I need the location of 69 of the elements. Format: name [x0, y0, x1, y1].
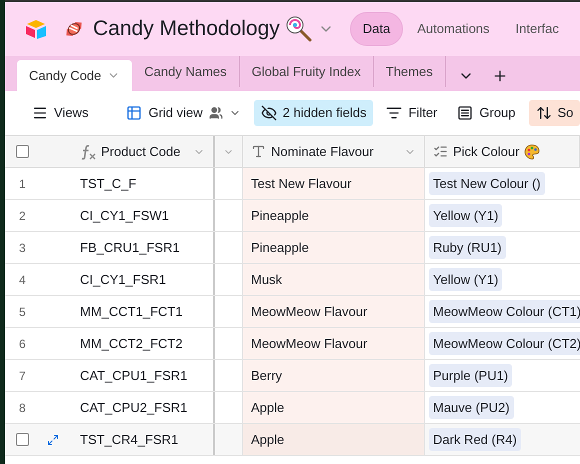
table-tab[interactable]: Candy Names [132, 56, 240, 87]
nav-tab[interactable]: Automations [405, 13, 502, 45]
toolbar-button[interactable]: 2 hidden fields [254, 100, 374, 126]
lollipop-icon [286, 16, 312, 42]
table-cell-text: TST_C_F [80, 174, 136, 193]
nav-tab[interactable]: Data [350, 12, 404, 46]
row-number: 7 [19, 368, 26, 384]
row-number: 6 [19, 336, 26, 352]
table-cell-text: Apple [251, 430, 284, 449]
table-cell-text: FB_CRU1_FSR1 [80, 238, 180, 257]
people-icon [208, 106, 223, 120]
toolbar-button[interactable]: So [528, 100, 580, 126]
colour-tag: Yellow (Y1) [429, 204, 502, 228]
palette-icon [524, 144, 540, 160]
row-number: 3 [19, 240, 26, 256]
base-title: Candy Methodology [93, 16, 280, 42]
colour-tag: Ruby (RU1) [429, 236, 506, 260]
table-cell-text: MeowMeow Flavour [251, 334, 368, 353]
table-cell-text: TST_CR4_FSR1 [80, 430, 178, 449]
colour-tag: MeowMeow Colour (CT1) [429, 300, 580, 324]
table-cell-text: Test New Flavour [251, 174, 352, 193]
table-cell-text: MM_CCT2_FCT2 [80, 334, 183, 353]
views-icon [32, 105, 48, 121]
row-checkbox[interactable] [16, 433, 29, 446]
toolbar-button[interactable]: Group [450, 100, 523, 126]
toolbar-button[interactable]: Filter [379, 100, 444, 126]
column-header[interactable]: Pick Colour [453, 142, 520, 162]
row-number: 2 [19, 208, 26, 224]
table-tab[interactable]: Candy Code [17, 60, 132, 91]
row-number: 8 [19, 400, 26, 416]
toolbar-button[interactable]: Views [25, 100, 96, 126]
colour-tag: Purple (PU1) [429, 364, 512, 388]
table-tab[interactable]: Global Fruity Index [240, 56, 374, 87]
table-cell-text: Apple [251, 398, 284, 417]
sort-icon [536, 105, 552, 121]
table-cell-text: Musk [251, 270, 282, 289]
filter-icon [386, 105, 402, 121]
colour-tag: Yellow (Y1) [429, 268, 502, 292]
row-number: 5 [19, 304, 26, 320]
text-field-icon [251, 144, 266, 159]
column-header[interactable]: Product Code [101, 142, 180, 162]
colour-tag: MeowMeow Colour (CT2) [429, 332, 580, 356]
colour-tag: Mauve (PU2) [429, 396, 514, 420]
table-tab[interactable]: Themes [374, 56, 446, 87]
table-cell-text: CAT_CPU1_FSR1 [80, 366, 188, 385]
table-cell-text: MM_CCT1_FCT1 [80, 302, 183, 321]
grid-icon [126, 105, 142, 121]
table-cell-text: CI_CY1_FSR1 [80, 270, 166, 289]
hidden-icon [260, 105, 277, 121]
table-cell-text: Pineapple [251, 206, 309, 225]
table-cell-text: Pineapple [251, 238, 309, 257]
nav-tab[interactable]: Interfac [504, 13, 571, 45]
colour-tag: Test New Colour () [429, 172, 545, 196]
logo-icon [25, 19, 47, 39]
expand-icon[interactable] [47, 434, 59, 446]
formula-icon [80, 144, 96, 160]
row-number: 1 [19, 176, 26, 192]
row-number: 4 [19, 272, 26, 288]
group-icon [457, 105, 474, 121]
select-all-checkbox[interactable] [16, 145, 29, 158]
add-icon[interactable] [492, 68, 508, 84]
colour-tag: Dark Red (R4) [429, 428, 521, 452]
toolbar-button[interactable]: Grid view [119, 100, 248, 126]
table-cell-text: CI_CY1_FSW1 [80, 206, 169, 225]
column-header[interactable]: Nominate Flavour [271, 142, 374, 162]
table-cell-text: Berry [251, 366, 282, 385]
table-cell-text: MeowMeow Flavour [251, 302, 368, 321]
table-cell-text: CAT_CPU2_FSR1 [80, 398, 188, 417]
select-field-icon [433, 144, 448, 159]
